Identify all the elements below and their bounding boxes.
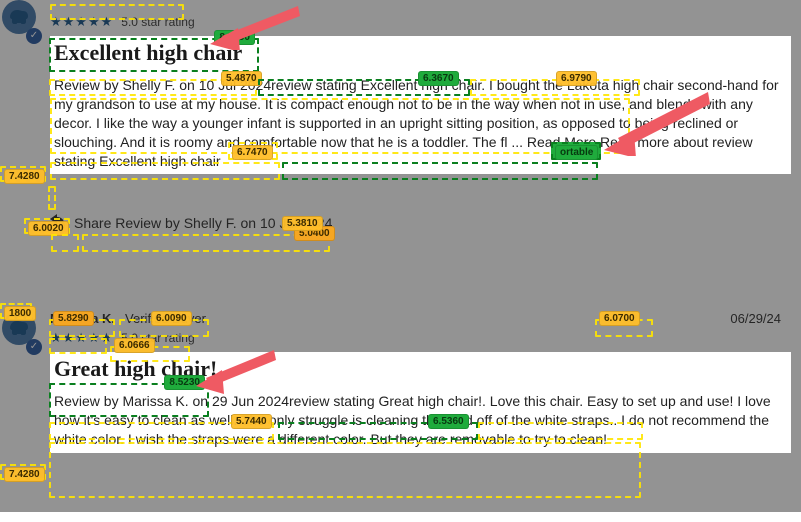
avatar-wrap: ✓ — [2, 311, 42, 351]
reviewer-name: Marissa K. — [50, 311, 115, 326]
star-rating-row: ★★★★★ 5.0 star rating — [50, 14, 791, 30]
verified-buyer-label: Verified Buyer — [125, 311, 206, 326]
review-card: ✓ Marissa K. Verified Buyer 06/29/24 ★★★… — [0, 271, 801, 463]
review-content: Excellent high chair Review by Shelly F.… — [50, 36, 791, 174]
stars-icon: ★★★★★ — [50, 330, 113, 346]
review-stating: review stating Great high chair! — [289, 393, 482, 409]
share-row: Share Review by Shelly F. on 10 Jul 2024 — [50, 214, 791, 231]
avatar-wrap: ✓ — [2, 0, 42, 40]
review-card: ✓ ★★★★★ 5.0 star rating Excellent high c… — [0, 0, 801, 241]
verified-check-icon: ✓ — [26, 28, 42, 44]
review-by-line: Review by Marissa K. on 29 Jun 2024 — [54, 393, 289, 409]
review-stating: review stating Excellent high chair — [271, 77, 481, 93]
review-content: Great high chair! Review by Marissa K. o… — [50, 352, 791, 453]
review-header: Marissa K. Verified Buyer 06/29/24 — [50, 311, 791, 326]
hippo-icon — [7, 7, 31, 27]
verified-check-icon: ✓ — [26, 339, 42, 355]
reviews-list: ✓ ★★★★★ 5.0 star rating Excellent high c… — [0, 0, 801, 463]
ann-score: 7.4280 — [4, 467, 45, 482]
star-rating-text: 5.0 star rating — [121, 331, 194, 345]
share-label[interactable]: Share Review by Shelly F. on 10 Jul 2024 — [74, 215, 332, 231]
share-icon[interactable] — [50, 214, 66, 231]
hippo-icon — [7, 318, 31, 338]
review-date: 06/29/24 — [730, 311, 781, 326]
review-title[interactable]: Excellent high chair — [54, 40, 787, 66]
review-title[interactable]: Great high chair! — [54, 356, 787, 382]
stars-icon: ★★★★★ — [50, 14, 113, 30]
read-more-link[interactable]: Read More — [527, 134, 596, 150]
star-rating-text: 5.0 star rating — [121, 15, 194, 29]
review-body: Review by Shelly F. on 10 Jul 2024review… — [54, 76, 787, 170]
ann-box: 7.4280 — [0, 464, 46, 480]
review-body: Review by Marissa K. on 29 Jun 2024revie… — [54, 392, 787, 449]
review-by-line: Review by Shelly F. on 10 Jul 2024 — [54, 77, 271, 93]
star-rating-row: ★★★★★ 5.0 star rating — [50, 330, 791, 346]
